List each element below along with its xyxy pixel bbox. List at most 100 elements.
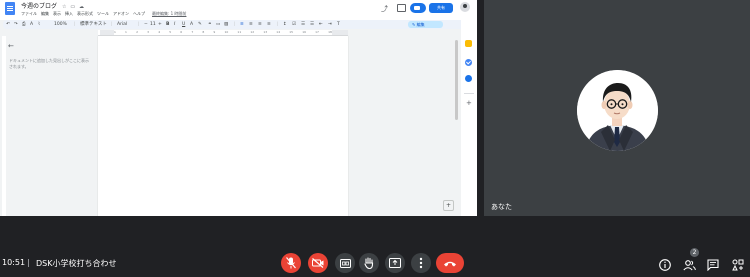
arrow-left-icon[interactable]: ← xyxy=(8,42,14,50)
menu-bar: ファイル 編集 表示 挿入 表示形式 ツール アドオン ヘルプ 最終編集: 1 … xyxy=(21,11,186,17)
shared-screen-docs[interactable]: 今週のブログ ☆ ▭ ☁ ファイル 編集 表示 挿入 表示形式 ツール アドオン… xyxy=(0,0,477,216)
ruler-numbers: 1 1 2 3 4 5 6 7 8 9 10 11 12 13 14 15 16… xyxy=(98,30,348,35)
ruler-number: 5 xyxy=(169,30,172,34)
activity-trend-icon[interactable]: ⤴ xyxy=(381,4,388,14)
account-avatar[interactable] xyxy=(460,2,470,12)
chat-button[interactable] xyxy=(707,256,719,275)
toolbar-divider: | xyxy=(74,22,76,27)
ruler-number: 3 xyxy=(147,30,150,34)
redo-icon[interactable]: ↷ xyxy=(14,21,18,28)
camera-off-icon xyxy=(312,258,324,268)
leave-call-button[interactable] xyxy=(436,253,464,273)
line-spacing-icon[interactable]: ↕ xyxy=(283,21,287,28)
font-size-input[interactable]: 11 xyxy=(150,21,156,28)
ruler-number: 18 xyxy=(328,30,332,34)
tasks-icon[interactable] xyxy=(465,59,472,66)
link-icon[interactable]: ⚭ xyxy=(208,21,212,28)
vertical-scrollbar[interactable] xyxy=(455,40,458,120)
info-icon xyxy=(659,259,671,271)
closed-captions-icon xyxy=(339,258,351,268)
share-button[interactable]: 共有 xyxy=(429,3,453,13)
decrease-font-icon[interactable]: − xyxy=(144,21,148,28)
font-select[interactable]: Arial xyxy=(117,21,127,28)
keep-icon[interactable] xyxy=(465,40,472,47)
people-button[interactable] xyxy=(683,256,696,275)
participant-tile[interactable]: あなた xyxy=(484,0,750,216)
editing-mode-select[interactable]: ✎ 編集 xyxy=(408,21,443,28)
increase-font-icon[interactable]: + xyxy=(158,21,162,28)
menu-view[interactable]: 表示 xyxy=(53,11,61,17)
align-left-icon[interactable]: ≡ xyxy=(240,21,244,28)
meet-present-button[interactable] xyxy=(410,3,426,13)
menu-help[interactable]: ヘルプ xyxy=(133,11,145,17)
comment-history-icon[interactable] xyxy=(397,4,406,12)
ruler-number: 14 xyxy=(276,30,281,34)
menu-format[interactable]: 表示形式 xyxy=(77,11,93,17)
toolbar-divider: | xyxy=(138,22,140,27)
meeting-details-button[interactable] xyxy=(659,256,671,275)
person-illustration-icon xyxy=(577,70,658,151)
bold-icon[interactable]: B xyxy=(166,21,169,28)
ruler-number: 7 xyxy=(191,30,194,34)
undo-icon[interactable]: ↶ xyxy=(6,21,10,28)
activities-icon xyxy=(732,259,744,271)
underline-icon[interactable]: U xyxy=(182,21,185,28)
increase-indent-icon[interactable]: ⇥ xyxy=(328,21,332,28)
clear-formatting-icon[interactable]: T xyxy=(337,21,340,28)
ruler-number: 1 xyxy=(125,30,127,34)
editing-mode-label: 編集 xyxy=(416,22,425,27)
align-center-icon[interactable]: ≡ xyxy=(249,21,253,28)
star-icon[interactable]: ☆ xyxy=(62,4,66,10)
present-screen-button[interactable] xyxy=(385,253,405,273)
meeting-time: 10:51 xyxy=(2,258,26,267)
italic-icon[interactable]: I xyxy=(174,21,175,28)
docs-logo-icon[interactable] xyxy=(5,2,15,15)
menu-file[interactable]: ファイル xyxy=(21,11,37,17)
raise-hand-button[interactable] xyxy=(359,253,379,273)
ruler-number: 9 xyxy=(213,30,216,34)
menu-edit[interactable]: 編集 xyxy=(41,11,49,17)
participant-count-badge: 2 xyxy=(690,248,699,257)
meeting-name[interactable]: DSK小学校打ち合わせ xyxy=(36,258,116,269)
mic-off-icon xyxy=(286,257,296,269)
text-color-icon[interactable]: A xyxy=(190,21,193,28)
align-justify-icon[interactable]: ≡ xyxy=(267,21,271,28)
bulleted-list-icon[interactable]: ☰ xyxy=(301,21,305,28)
ruler-number: 6 xyxy=(180,30,183,34)
style-select[interactable]: 標準テキスト xyxy=(80,21,107,28)
ruler-number: 17 xyxy=(315,30,319,34)
more-options-button[interactable] xyxy=(411,253,431,273)
menu-addons[interactable]: アドオン xyxy=(113,11,129,17)
move-folder-icon[interactable]: ▭ xyxy=(70,4,75,10)
spellcheck-icon[interactable]: A xyxy=(30,21,33,28)
contacts-icon[interactable] xyxy=(465,75,472,82)
checklist-icon[interactable]: ☑ xyxy=(292,21,296,28)
document-page[interactable] xyxy=(98,36,348,216)
add-addon-icon[interactable]: + xyxy=(466,99,472,107)
zoom-select[interactable]: 100% xyxy=(54,21,67,28)
align-right-icon[interactable]: ≡ xyxy=(258,21,262,28)
captions-button[interactable] xyxy=(335,253,355,273)
hang-up-icon xyxy=(444,261,456,266)
insert-image-icon[interactable]: ▨ xyxy=(224,21,228,28)
print-icon[interactable]: ⎙ xyxy=(22,21,26,28)
cloud-status-icon[interactable]: ☁ xyxy=(79,4,84,10)
doc-title[interactable]: 今週のブログ xyxy=(21,3,57,10)
highlight-icon[interactable]: ✎ xyxy=(198,21,202,28)
ruler-number: 12 xyxy=(250,30,255,34)
decrease-indent-icon[interactable]: ⇤ xyxy=(319,21,323,28)
explore-button[interactable]: + xyxy=(443,200,454,211)
share-label: 共有 xyxy=(437,5,445,10)
add-comment-icon[interactable]: ▭ xyxy=(216,21,220,28)
activities-button[interactable] xyxy=(732,256,744,275)
camera-off-button[interactable] xyxy=(308,253,328,273)
mic-off-button[interactable] xyxy=(281,253,301,273)
present-screen-icon xyxy=(389,258,401,268)
participant-avatar xyxy=(577,70,658,151)
last-edit-link[interactable]: 最終編集: 1 時間前 xyxy=(152,11,186,17)
menu-insert[interactable]: 挿入 xyxy=(65,11,73,17)
paint-format-icon[interactable]: ⌇ xyxy=(38,21,40,28)
side-panel-divider xyxy=(464,93,474,94)
numbered-list-icon[interactable]: ☰ xyxy=(310,21,314,28)
menu-tools[interactable]: ツール xyxy=(97,11,109,17)
